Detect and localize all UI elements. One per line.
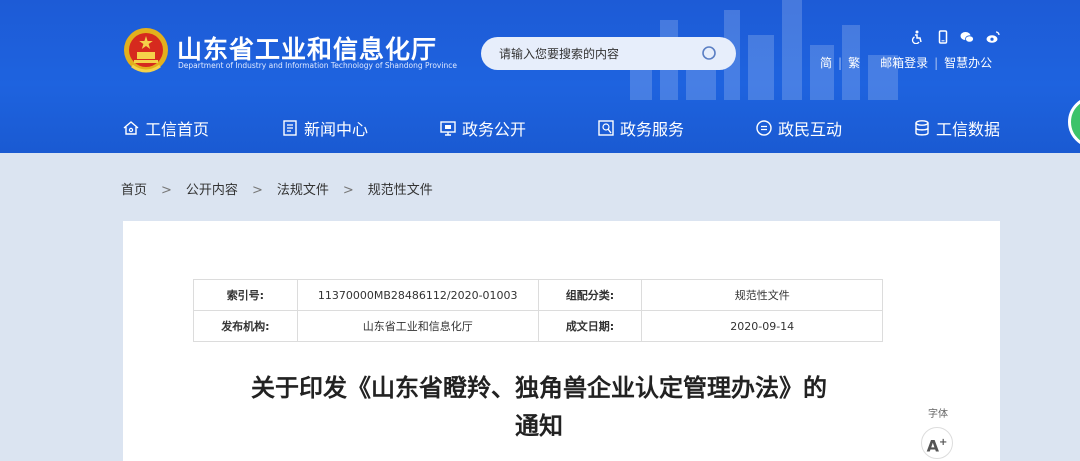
nav-item-data[interactable]: 工信数据 [913, 116, 1000, 140]
mail-login-link[interactable]: 邮箱登录 [880, 54, 928, 71]
font-size-label: 字体 [928, 409, 948, 420]
chat-icon [756, 120, 772, 136]
breadcrumb-regulations[interactable]: 法规文件 [277, 183, 329, 198]
utility-icons [910, 30, 1002, 46]
utility-links: 简 | 繁 邮箱登录 | 智慧办公 [820, 54, 992, 71]
nav-item-label: 工信数据 [936, 120, 1001, 139]
database-icon [915, 120, 929, 136]
content-panel: 索引号: 11370000MB28486112/2020-01003 组配分类:… [123, 221, 1000, 461]
font-increase-plus: + [939, 437, 948, 448]
mobile-icon[interactable] [936, 30, 950, 44]
breadcrumb-home[interactable]: 首页 [121, 183, 147, 198]
category-label: 组配分类: [537, 279, 643, 311]
nav-item-label: 新闻中心 [304, 120, 369, 139]
search-input[interactable] [499, 37, 699, 70]
breadcrumb-normative-docs[interactable]: 规范性文件 [368, 183, 433, 198]
separator: | [838, 56, 843, 70]
simplified-link[interactable]: 简 [820, 54, 832, 71]
publisher-label: 发布机构: [193, 310, 298, 342]
site-title-english: Department of Industry and Information T… [178, 61, 457, 70]
monitor-icon [440, 121, 456, 136]
table-row: 发布机构: 山东省工业和信息化厅 成文日期: 2020-09-14 [193, 310, 883, 342]
smart-office-link[interactable]: 智慧办公 [944, 54, 992, 71]
publisher-value: 山东省工业和信息化厅 [296, 310, 539, 342]
nav-item-label: 工信首页 [145, 120, 210, 139]
service-icon [598, 120, 614, 136]
nav-item-home[interactable]: 工信首页 [122, 116, 209, 140]
breadcrumb-public-content[interactable]: 公开内容 [186, 183, 238, 198]
main-nav: 工信首页 新闻中心 政务公开 政务服务 政民互动 工信数据 [0, 108, 1080, 148]
font-increase-button[interactable]: A+ [921, 427, 953, 459]
document-title: 关于印发《山东省瞪羚、独角兽企业认定管理办法》的 通知 [189, 369, 889, 445]
wechat-icon[interactable] [960, 30, 974, 44]
accessibility-icon[interactable] [910, 30, 924, 44]
nav-item-label: 政民互动 [778, 120, 843, 139]
document-title-line-1: 关于印发《山东省瞪羚、独角兽企业认定管理办法》的 [251, 374, 827, 402]
news-icon [283, 120, 297, 136]
weibo-icon[interactable] [986, 30, 1000, 44]
national-emblem-icon[interactable] [122, 26, 170, 76]
font-increase-letter: A [926, 436, 939, 456]
home-icon [123, 121, 139, 135]
document-title-line-2: 通知 [515, 412, 563, 440]
index-number-value: 11370000MB28486112/2020-01003 [296, 279, 539, 311]
nav-item-gov-affairs[interactable]: 政务公开 [439, 116, 526, 140]
nav-item-label: 政务公开 [462, 120, 527, 139]
table-row: 索引号: 11370000MB28486112/2020-01003 组配分类:… [193, 279, 883, 311]
nav-item-interaction[interactable]: 政民互动 [755, 116, 842, 140]
category-value: 规范性文件 [641, 279, 883, 311]
separator: | [934, 56, 939, 70]
breadcrumb-arrow: > [161, 183, 172, 198]
breadcrumb-arrow: > [342, 183, 354, 198]
document-meta-table: 索引号: 11370000MB28486112/2020-01003 组配分类:… [193, 279, 883, 342]
breadcrumb-arrow: > [251, 183, 263, 198]
search-icon[interactable] [701, 45, 719, 63]
nav-item-gov-services[interactable]: 政务服务 [597, 116, 684, 140]
traditional-link[interactable]: 繁 [848, 54, 860, 71]
date-value: 2020-09-14 [641, 310, 883, 342]
date-label: 成文日期: [537, 310, 643, 342]
nav-item-news[interactable]: 新闻中心 [281, 116, 368, 140]
index-number-label: 索引号: [193, 279, 298, 311]
nav-item-label: 政务服务 [620, 120, 685, 139]
site-header: 山东省工业和信息化厅 Department of Industry and In… [0, 0, 1080, 153]
breadcrumb: 首页 > 公开内容 > 法规文件 > 规范性文件 [121, 179, 433, 198]
search-box [481, 37, 736, 70]
